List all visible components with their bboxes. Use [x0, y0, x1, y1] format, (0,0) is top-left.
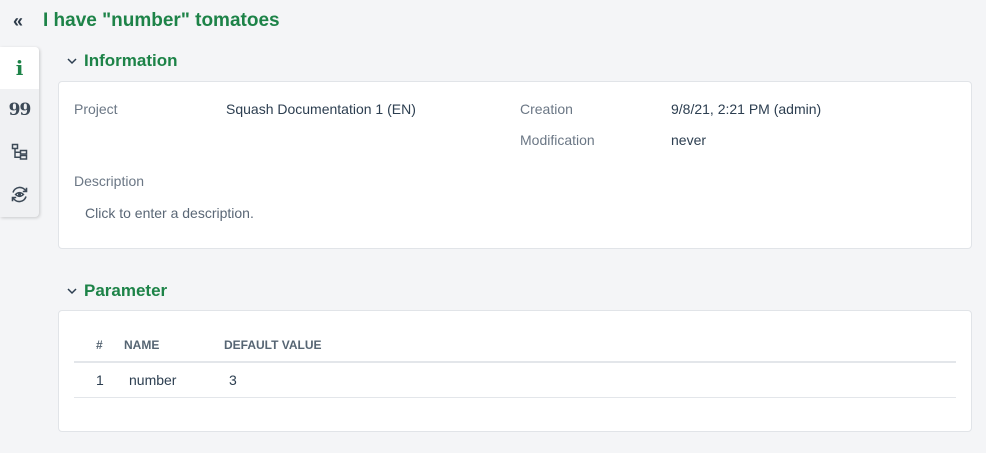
project-value: Squash Documentation 1 (EN)	[226, 101, 416, 117]
chevron-down-icon	[67, 288, 77, 295]
eye-cycle-icon	[11, 186, 28, 202]
modification-label: Modification	[520, 132, 595, 148]
tree-icon	[11, 143, 27, 160]
row-default-value[interactable]: 3	[229, 372, 237, 388]
info-icon: i	[15, 56, 24, 80]
parameter-section-title: Parameter	[84, 281, 168, 300]
row-name[interactable]: number	[129, 372, 176, 388]
row-index: 1	[96, 372, 104, 388]
table-row[interactable]	[74, 363, 956, 397]
description-label: Description	[74, 173, 145, 189]
description-field[interactable]: Click to enter a description.	[85, 205, 254, 221]
side-rail: i 99	[0, 47, 39, 217]
table-row-divider	[74, 397, 956, 398]
parameter-section-toggle[interactable]: Parameter	[66, 281, 167, 301]
rail-tree-tab[interactable]	[0, 131, 39, 173]
column-header-name[interactable]: NAME	[124, 338, 159, 352]
column-header-default-value[interactable]: DEFAULT VALUE	[224, 338, 322, 352]
project-label: Project	[74, 101, 118, 117]
parameter-card: # NAME DEFAULT VALUE 1 number 3	[58, 310, 972, 432]
information-card: Project Squash Documentation 1 (EN) Crea…	[58, 81, 972, 249]
rail-info-tab[interactable]: i	[0, 47, 39, 89]
rail-history-tab[interactable]	[0, 173, 39, 215]
collapse-panel-button[interactable]: «	[8, 10, 28, 34]
creation-value: 9/8/21, 2:21 PM (admin)	[671, 101, 822, 117]
information-section-title: Information	[84, 51, 178, 70]
information-section-toggle[interactable]: Information	[66, 51, 178, 71]
modification-value: never	[671, 132, 707, 148]
creation-label: Creation	[520, 101, 573, 117]
chevron-down-icon	[67, 58, 77, 65]
rail-quote-tab[interactable]: 99	[0, 89, 39, 131]
column-header-index[interactable]: #	[96, 338, 103, 352]
quote-icon: 99	[8, 100, 32, 120]
page-title: I have "number" tomatoes	[43, 10, 280, 31]
